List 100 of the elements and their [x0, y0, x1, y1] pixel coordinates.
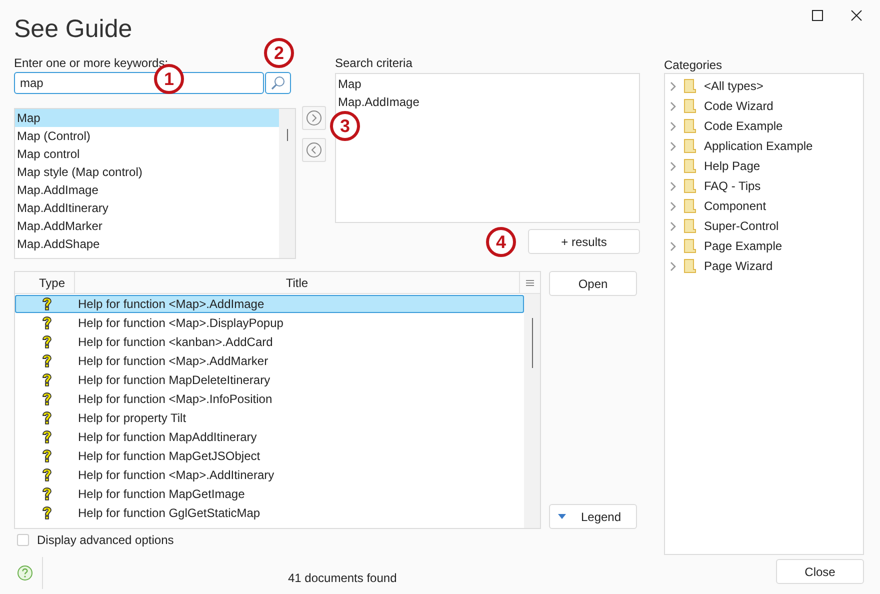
chevron-right-icon[interactable] [670, 122, 676, 130]
folder-icon [684, 119, 696, 133]
window-title: See Guide [14, 14, 132, 44]
result-title: Help for function MapDeleteItinerary [78, 372, 270, 389]
chevron-left-icon [306, 142, 322, 158]
chevron-right-icon [306, 110, 322, 126]
remove-criterion-button[interactable] [302, 138, 326, 162]
result-row[interactable]: Help for property Tilt [15, 409, 524, 427]
maximize-icon[interactable] [812, 10, 823, 21]
chevron-right-icon[interactable] [670, 242, 676, 250]
annotation-marker: 2 [264, 38, 294, 68]
result-title: Help for function <kanban>.AddCard [78, 334, 273, 351]
results-button[interactable]: + results [528, 229, 640, 254]
category-item[interactable]: Code Example [704, 117, 783, 135]
keyword-item[interactable]: Map (Control) [15, 127, 279, 145]
result-title: Help for function MapGetImage [78, 486, 245, 503]
question-mark-icon [41, 335, 53, 349]
caret-down-icon [558, 514, 566, 519]
category-item[interactable]: Page Wizard [704, 257, 773, 275]
advanced-options-label: Display advanced options [37, 532, 174, 549]
column-header[interactable]: Type [15, 272, 75, 293]
question-mark-icon [41, 468, 53, 482]
question-mark-icon [41, 297, 53, 311]
category-item[interactable]: Code Wizard [704, 97, 774, 115]
criteria-item[interactable]: Map [336, 75, 364, 93]
legend-button[interactable]: Legend [549, 504, 637, 529]
category-item[interactable]: Help Page [704, 157, 760, 175]
folder-icon [684, 199, 696, 213]
question-mark-icon [41, 487, 53, 501]
chevron-right-icon[interactable] [670, 202, 676, 210]
result-title: Help for function <Map>.InfoPosition [78, 391, 272, 408]
question-mark-icon [41, 392, 53, 406]
chevron-right-icon[interactable] [670, 102, 676, 110]
result-title: Help for function MapGetJSObject [78, 448, 260, 465]
open-button[interactable]: Open [549, 271, 637, 296]
folder-icon [684, 159, 696, 173]
result-row[interactable]: Help for function MapAddItinerary [15, 428, 524, 446]
category-item[interactable]: FAQ - Tips [704, 177, 761, 195]
question-mark-icon [41, 506, 53, 520]
question-mark-icon [41, 354, 53, 368]
chevron-right-icon[interactable] [670, 162, 676, 170]
categories-label: Categories [664, 57, 724, 73]
result-title: Help for function MapAddItinerary [78, 429, 257, 446]
result-row[interactable]: Help for function <Map>.AddImage [15, 295, 524, 313]
result-row[interactable]: Help for function <Map>.DisplayPopup [15, 314, 524, 332]
result-title: Help for property Tilt [78, 410, 186, 427]
status-text: 41 documents found [288, 570, 397, 587]
keyword-item[interactable]: Map control [15, 145, 279, 163]
category-item[interactable]: Component [704, 197, 766, 215]
column-header[interactable]: Title [75, 272, 520, 293]
scrollbar[interactable] [524, 294, 540, 528]
folder-icon [684, 179, 696, 193]
keyword-item[interactable]: Map.AddItinerary [15, 199, 279, 217]
keyword-item[interactable]: Map style (Map control) [15, 163, 279, 181]
result-title: Help for function GglGetStaticMap [78, 505, 260, 522]
keyword-item[interactable]: Map.AddMarker [15, 217, 279, 235]
result-row[interactable]: Help for function <Map>.AddMarker [15, 352, 524, 370]
chevron-right-icon[interactable] [670, 262, 676, 270]
result-row[interactable]: Help for function MapGetImage [15, 485, 524, 503]
criteria-label: Search criteria [335, 55, 414, 71]
folder-icon [684, 239, 696, 253]
close-icon[interactable] [851, 10, 862, 21]
folder-icon [684, 99, 696, 113]
menu-icon[interactable] [526, 280, 534, 286]
criteria-item[interactable]: Map.AddImage [336, 93, 422, 111]
chevron-right-icon[interactable] [670, 182, 676, 190]
result-row[interactable]: Help for function GglGetStaticMap [15, 504, 524, 522]
question-mark-icon [41, 449, 53, 463]
keyword-item[interactable]: Map [15, 109, 279, 127]
category-item[interactable]: Page Example [704, 237, 782, 255]
advanced-options-checkbox[interactable] [17, 534, 29, 546]
category-item[interactable]: <All types> [704, 77, 764, 95]
keyword-item[interactable]: Map.AddShape [15, 235, 279, 253]
question-mark-icon [41, 316, 53, 330]
folder-icon [684, 79, 696, 93]
result-row[interactable]: Help for function <Map>.InfoPosition [15, 390, 524, 408]
result-row[interactable]: Help for function MapGetJSObject [15, 447, 524, 465]
search-icon [271, 76, 285, 90]
result-title: Help for function <Map>.AddImage [78, 296, 264, 313]
result-title: Help for function <Map>.AddMarker [78, 353, 268, 370]
keyword-item[interactable]: Map.AddImage [15, 181, 279, 199]
result-row[interactable]: Help for function <kanban>.AddCard [15, 333, 524, 351]
folder-icon [684, 139, 696, 153]
chevron-right-icon[interactable] [670, 82, 676, 90]
search-button[interactable] [265, 72, 291, 94]
category-item[interactable]: Super-Control [704, 217, 779, 235]
result-row[interactable]: Help for function <Map>.AddItinerary [15, 466, 524, 484]
question-mark-icon [41, 411, 53, 425]
result-title: Help for function <Map>.DisplayPopup [78, 315, 284, 332]
folder-icon [684, 219, 696, 233]
result-row[interactable]: Help for function MapDeleteItinerary [15, 371, 524, 389]
chevron-right-icon[interactable] [670, 142, 676, 150]
folder-icon [684, 259, 696, 273]
add-criterion-button[interactable] [302, 106, 326, 130]
help-icon[interactable] [17, 565, 33, 581]
category-item[interactable]: Application Example [704, 137, 813, 155]
chevron-right-icon[interactable] [670, 222, 676, 230]
close-button[interactable]: Close [776, 559, 864, 584]
question-mark-icon [41, 373, 53, 387]
scrollbar[interactable] [279, 109, 295, 258]
